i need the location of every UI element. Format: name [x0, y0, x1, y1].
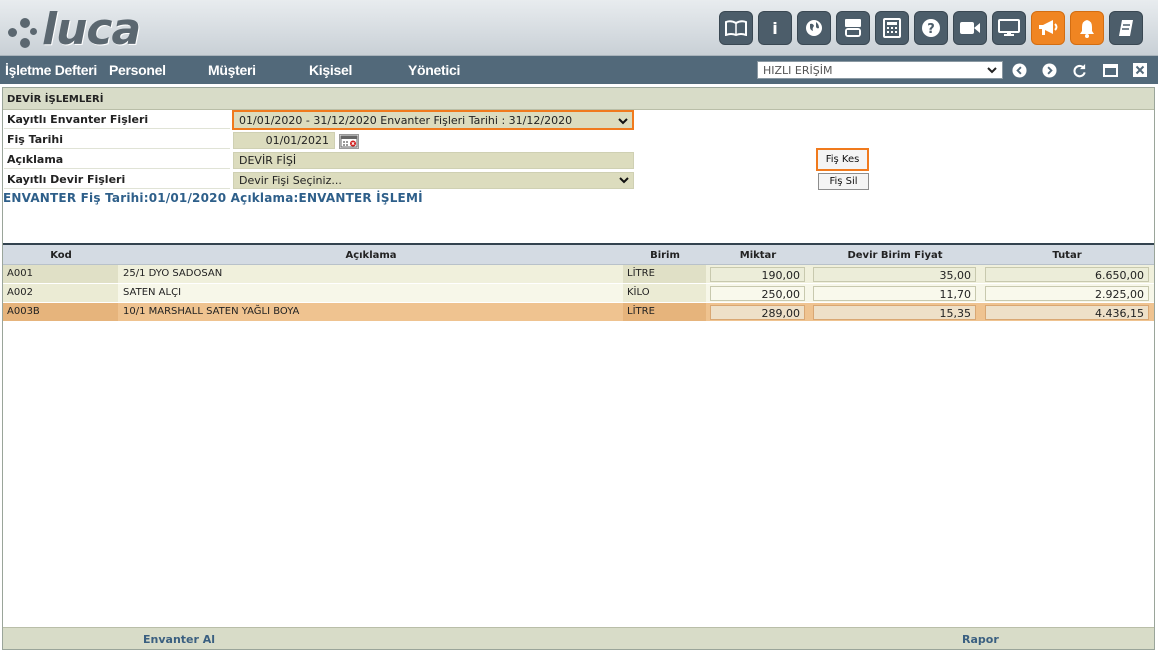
col-kod[interactable]: Kod: [3, 250, 119, 261]
cell-kod: A001: [3, 265, 118, 283]
devir-birim-fiyat-input[interactable]: 11,70: [813, 286, 976, 301]
calculator-icon[interactable]: [875, 11, 909, 45]
kayitli-devir-label: Kayıtlı Devir Fişleri: [4, 170, 230, 189]
col-miktar[interactable]: Miktar: [707, 250, 809, 261]
top-header: luca i ?: [0, 0, 1158, 56]
monitor-icon[interactable]: [992, 11, 1026, 45]
info-icon[interactable]: i: [758, 11, 792, 45]
col-birim[interactable]: Birim: [623, 250, 707, 261]
grid-header: Kod Açıklama Birim Miktar Devir Birim Fi…: [3, 245, 1154, 265]
kayitli-devir-value: Devir Fişi Seçiniz...: [239, 174, 342, 187]
menu-isletme-defteri[interactable]: İşletme Defteri: [5, 62, 97, 78]
logo-mark-icon: [6, 10, 40, 50]
main-menu-bar: İşletme Defteri Personel Müşteri Kişisel…: [0, 56, 1158, 84]
refresh-icon[interactable]: [1071, 62, 1087, 78]
kayitli-devir-select[interactable]: Devir Fişi Seçiniz...: [233, 172, 634, 189]
envanter-al-link[interactable]: Envanter Al: [143, 633, 215, 646]
help-icon[interactable]: ?: [914, 11, 948, 45]
megaphone-icon[interactable]: [1031, 11, 1065, 45]
back-icon[interactable]: [1011, 62, 1027, 78]
cell-kod: A002: [3, 284, 118, 302]
cell-aciklama: 10/1 MARSHALL SATEN YAĞLI BOYA: [123, 306, 300, 317]
envanter-grid: Kod Açıklama Birim Miktar Devir Birim Fi…: [3, 243, 1154, 322]
table-row-selected[interactable]: A003B 10/1 MARSHALL SATEN YAĞLI BOYA LİT…: [3, 303, 1154, 322]
calendar-icon[interactable]: [339, 134, 359, 149]
col-tutar[interactable]: Tutar: [981, 250, 1153, 261]
aciklama-label: Açıklama: [4, 150, 230, 169]
chevron-down-icon: [618, 118, 628, 125]
miktar-input[interactable]: 289,00: [710, 305, 805, 320]
menu-personel[interactable]: Personel: [109, 62, 166, 78]
tutar-input[interactable]: 4.436,15: [985, 305, 1149, 320]
panel-title: DEVİR İŞLEMLERİ: [3, 88, 1154, 110]
kayitli-envanter-select[interactable]: 01/01/2020 - 31/12/2020 Envanter Fişleri…: [232, 110, 634, 130]
cell-kod: A003B: [3, 303, 118, 321]
youtube-icon[interactable]: [836, 11, 870, 45]
fis-tarihi-input[interactable]: 01/01/2021: [233, 132, 335, 149]
cell-birim: KİLO: [623, 284, 706, 302]
table-row[interactable]: A001 25/1 DYO SADOSAN LİTRE 190,00 35,00…: [3, 265, 1154, 284]
help-glyph: ?: [927, 22, 935, 37]
logo-text: luca: [42, 4, 141, 55]
forward-icon[interactable]: [1041, 62, 1057, 78]
fis-kes-button[interactable]: Fiş Kes: [816, 148, 869, 171]
devir-birim-fiyat-input[interactable]: 35,00: [813, 267, 976, 282]
col-devir-birim-fiyat[interactable]: Devir Birim Fiyat: [809, 250, 981, 261]
tutar-input[interactable]: 6.650,00: [985, 267, 1149, 282]
col-aciklama[interactable]: Açıklama: [119, 250, 623, 261]
tutar-input[interactable]: 2.925,00: [985, 286, 1149, 301]
cell-birim: LİTRE: [623, 303, 706, 321]
video-icon[interactable]: [953, 11, 987, 45]
globe-icon[interactable]: [797, 11, 831, 45]
book-icon[interactable]: [719, 11, 753, 45]
chevron-down-icon: [987, 67, 997, 74]
notebook-icon[interactable]: [1109, 11, 1143, 45]
chevron-down-icon: [619, 177, 629, 184]
quick-access-select[interactable]: HIZLI ERİŞİM: [757, 61, 1003, 79]
menu-yonetici[interactable]: Yönetici: [408, 62, 460, 78]
table-row[interactable]: A002 SATEN ALÇI KİLO 250,00 11,70 2.925,…: [3, 284, 1154, 303]
rapor-link[interactable]: Rapor: [962, 633, 999, 646]
bell-icon[interactable]: [1070, 11, 1104, 45]
cell-aciklama: 25/1 DYO SADOSAN: [123, 268, 223, 279]
quick-access-label: HIZLI ERİŞİM: [763, 63, 833, 77]
close-icon[interactable]: [1132, 62, 1148, 78]
panel-footer: Envanter Al Rapor: [3, 627, 1154, 649]
aciklama-input[interactable]: DEVİR FİŞİ: [233, 152, 634, 169]
envanter-title: ENVANTER Fiş Tarihi:01/01/2020 Açıklama:…: [3, 191, 423, 205]
cell-aciklama: SATEN ALÇI: [123, 287, 182, 298]
maximize-icon[interactable]: [1102, 62, 1118, 78]
info-glyph: i: [772, 18, 778, 38]
devir-islemleri-panel: DEVİR İŞLEMLERİ Kayıtlı Envanter Fişleri…: [2, 87, 1155, 650]
menu-musteri[interactable]: Müşteri: [208, 62, 256, 78]
fis-tarihi-label: Fiş Tarihi: [4, 130, 230, 149]
devir-birim-fiyat-input[interactable]: 15,35: [813, 305, 976, 320]
miktar-input[interactable]: 190,00: [710, 267, 805, 282]
luca-logo[interactable]: luca: [6, 4, 141, 55]
kayitli-envanter-label: Kayıtlı Envanter Fişleri: [4, 110, 230, 129]
fis-sil-button[interactable]: Fiş Sil: [818, 173, 869, 190]
menu-kisisel[interactable]: Kişisel: [309, 62, 352, 78]
miktar-input[interactable]: 250,00: [710, 286, 805, 301]
cell-birim: LİTRE: [623, 265, 706, 283]
toolbar: i ?: [719, 11, 1143, 45]
kayitli-envanter-value: 01/01/2020 - 31/12/2020 Envanter Fişleri…: [239, 114, 573, 127]
